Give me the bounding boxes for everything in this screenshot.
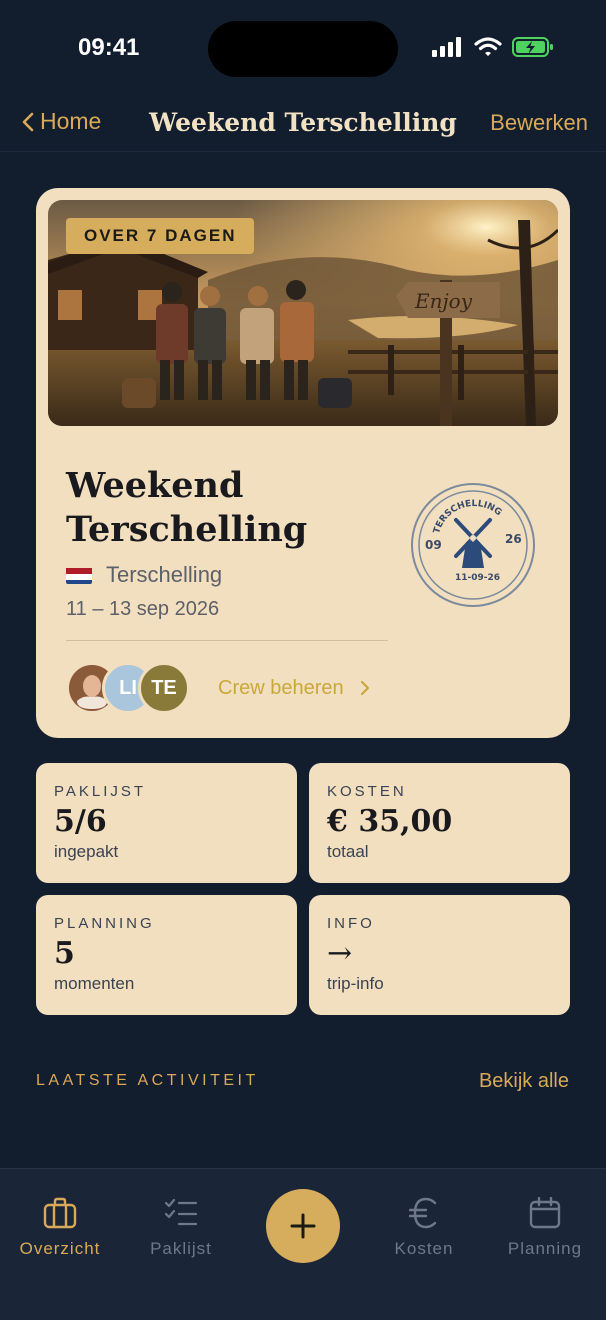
battery-charging-icon [512, 37, 553, 57]
tab-bar: Overzicht Paklijst Kosten Planning [0, 1168, 606, 1320]
chevron-right-icon [360, 680, 369, 696]
tile-label: PLANNING [54, 915, 155, 932]
tile-info[interactable]: INFO → trip-info [309, 895, 570, 1015]
sign-text: Enjoy [414, 289, 473, 313]
suitcase-icon [43, 1197, 77, 1229]
nav-bar: Home Weekend Terschelling Bewerken [0, 96, 606, 152]
avatar-te[interactable]: TE [138, 662, 190, 714]
stamp-left: 09 [425, 538, 442, 552]
dynamic-island [208, 21, 398, 77]
tab-label: Planning [507, 1239, 583, 1258]
calendar-icon [529, 1197, 561, 1229]
tab-label: Kosten [394, 1239, 454, 1258]
tile-label: PAKLIJST [54, 783, 147, 800]
tile-sub: momenten [54, 974, 135, 993]
tile-value: 5/6 [54, 804, 107, 839]
tab-planning[interactable]: Planning [485, 1195, 605, 1259]
tab-paklijst[interactable]: Paklijst [121, 1195, 241, 1259]
tab-overzicht[interactable]: Overzicht [0, 1195, 120, 1259]
signal-icon [432, 37, 461, 57]
tile-label: KOSTEN [327, 783, 407, 800]
countdown-badge: OVER 7 DAGEN [66, 218, 255, 254]
tab-kosten[interactable]: Kosten [364, 1195, 484, 1259]
trip-title: Weekend Terschelling [66, 465, 308, 550]
trip-card[interactable]: Enjoy OVER 7 DAGEN Weekend Terschelling … [36, 188, 570, 738]
tile-label: INFO [327, 915, 375, 932]
tile-planning[interactable]: PLANNING 5 momenten [36, 895, 297, 1015]
windmill-icon [454, 518, 492, 568]
tab-label: Overzicht [19, 1239, 101, 1258]
tile-value: € 35,00 [327, 804, 453, 839]
euro-icon [409, 1197, 437, 1229]
location-label: Terschelling [106, 562, 223, 587]
add-button[interactable] [266, 1189, 340, 1263]
checklist-icon [164, 1198, 198, 1226]
tile-sub: trip-info [327, 974, 384, 993]
section-label-activity: LAATSTE ACTIVITEIT [36, 1072, 259, 1089]
trip-dates: 11 – 13 sep 2026 [66, 598, 220, 620]
hero-image: Enjoy OVER 7 DAGEN [48, 200, 558, 426]
tile-sub: ingepakt [54, 842, 119, 861]
arrow-right-icon: → [327, 936, 353, 971]
stamp-right: 26 [505, 532, 522, 546]
windmill-stamp: TERSCHELLING 09 26 11-09-26 [411, 483, 535, 607]
tile-value: 5 [54, 936, 75, 971]
status-time: 09:41 [78, 34, 140, 61]
wifi-icon [474, 37, 502, 56]
manage-crew-link[interactable]: Crew beheren [218, 677, 370, 700]
plus-icon [290, 1213, 316, 1239]
edit-button[interactable]: Bewerken [490, 110, 588, 136]
crew-row[interactable]: LI TE Crew beheren [66, 660, 396, 716]
tile-sub: totaal [327, 842, 369, 861]
see-all-link[interactable]: Bekijk alle [479, 1070, 569, 1093]
tile-paklijst[interactable]: PAKLIJST 5/6 ingepakt [36, 763, 297, 883]
tile-kosten[interactable]: KOSTEN € 35,00 totaal [309, 763, 570, 883]
tab-label: Paklijst [150, 1239, 212, 1258]
manage-crew-label: Crew beheren [218, 676, 344, 699]
status-icons [432, 36, 554, 58]
trip-location: Terschelling [66, 562, 222, 588]
card-divider [66, 640, 388, 641]
netherlands-flag-icon [66, 566, 92, 584]
stamp-date: 11-09-26 [455, 573, 500, 583]
status-bar: 09:41 [0, 0, 606, 100]
